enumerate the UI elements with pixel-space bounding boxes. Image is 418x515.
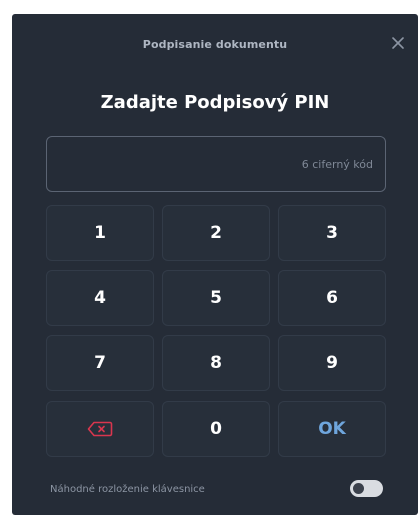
close-icon — [392, 37, 404, 49]
key-9[interactable]: 9 — [278, 335, 386, 391]
key-0[interactable]: 0 — [162, 401, 270, 457]
key-6[interactable]: 6 — [278, 270, 386, 326]
key-7[interactable]: 7 — [46, 335, 154, 391]
random-layout-toggle[interactable] — [350, 480, 383, 497]
key-8[interactable]: 8 — [162, 335, 270, 391]
page-title: Zadajte Podpisový PIN — [100, 92, 330, 113]
pin-dialog: Podpisanie dokumentu Zadajte Podpisový P… — [12, 14, 418, 515]
key-1[interactable]: 1 — [46, 205, 154, 261]
toggle-knob — [353, 483, 364, 494]
close-button[interactable] — [388, 33, 408, 53]
random-layout-label: Náhodné rozloženie klávesnice — [50, 484, 205, 495]
key-3[interactable]: 3 — [278, 205, 386, 261]
backspace-icon — [87, 421, 113, 437]
key-2[interactable]: 2 — [162, 205, 270, 261]
key-5[interactable]: 5 — [162, 270, 270, 326]
pin-input[interactable] — [46, 136, 386, 192]
dialog-title: Podpisanie dokumentu — [142, 38, 288, 51]
backspace-button[interactable] — [46, 401, 154, 457]
ok-button[interactable]: OK — [278, 401, 386, 457]
key-4[interactable]: 4 — [46, 270, 154, 326]
